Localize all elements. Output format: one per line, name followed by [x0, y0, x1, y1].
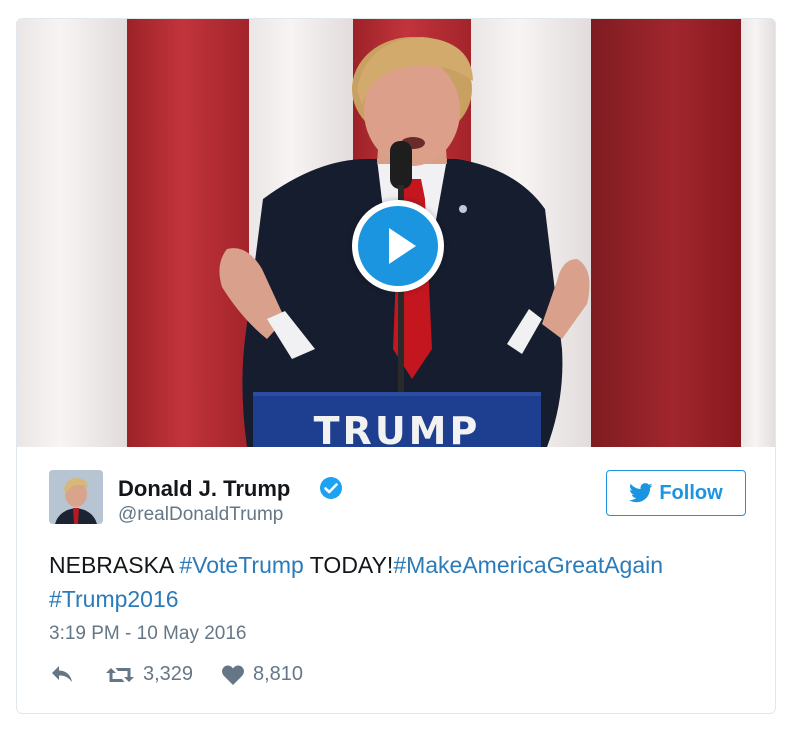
reply-icon: [52, 666, 72, 682]
heart-icon: [222, 664, 244, 685]
hashtag-link[interactable]: #MakeAmericaGreatAgain: [393, 552, 663, 578]
video-player[interactable]: TRUMP: [17, 19, 775, 447]
avatar-image: [49, 470, 103, 524]
verified-badge-icon: [320, 477, 342, 499]
like-button[interactable]: 8,810: [221, 663, 303, 686]
twitter-bird-icon: [629, 483, 653, 503]
follow-button[interactable]: Follow: [606, 470, 746, 516]
play-button[interactable]: [352, 200, 444, 292]
hashtag-link[interactable]: #VoteTrump: [179, 552, 303, 578]
tweet-card: TRUMP Donald J. Trump @realDonaldTrump F…: [16, 18, 776, 714]
tweet-text-segment: TODAY!: [303, 552, 394, 578]
play-button-circle: [358, 206, 438, 286]
tweet-timestamp[interactable]: 3:19 PM - 10 May 2016: [49, 623, 247, 645]
retweet-icon: [106, 667, 134, 682]
tweet-text-segment: NEBRASKA: [49, 552, 180, 578]
avatar[interactable]: [49, 470, 103, 524]
play-icon: [389, 228, 416, 264]
like-count: 8,810: [253, 663, 304, 685]
retweet-count: 3,329: [143, 663, 194, 685]
author-handle[interactable]: @realDonaldTrump: [118, 504, 283, 526]
reply-button[interactable]: [49, 663, 75, 685]
tweet-text: NEBRASKA #VoteTrump TODAY!#MakeAmericaGr…: [49, 548, 749, 616]
follow-label: Follow: [659, 481, 723, 504]
hashtag-link[interactable]: #Trump2016: [49, 586, 179, 612]
podium: TRUMP: [253, 392, 541, 447]
retweet-button[interactable]: 3,329: [105, 663, 193, 686]
podium-sign-text: TRUMP: [313, 409, 481, 447]
author-name[interactable]: Donald J. Trump: [118, 476, 290, 502]
